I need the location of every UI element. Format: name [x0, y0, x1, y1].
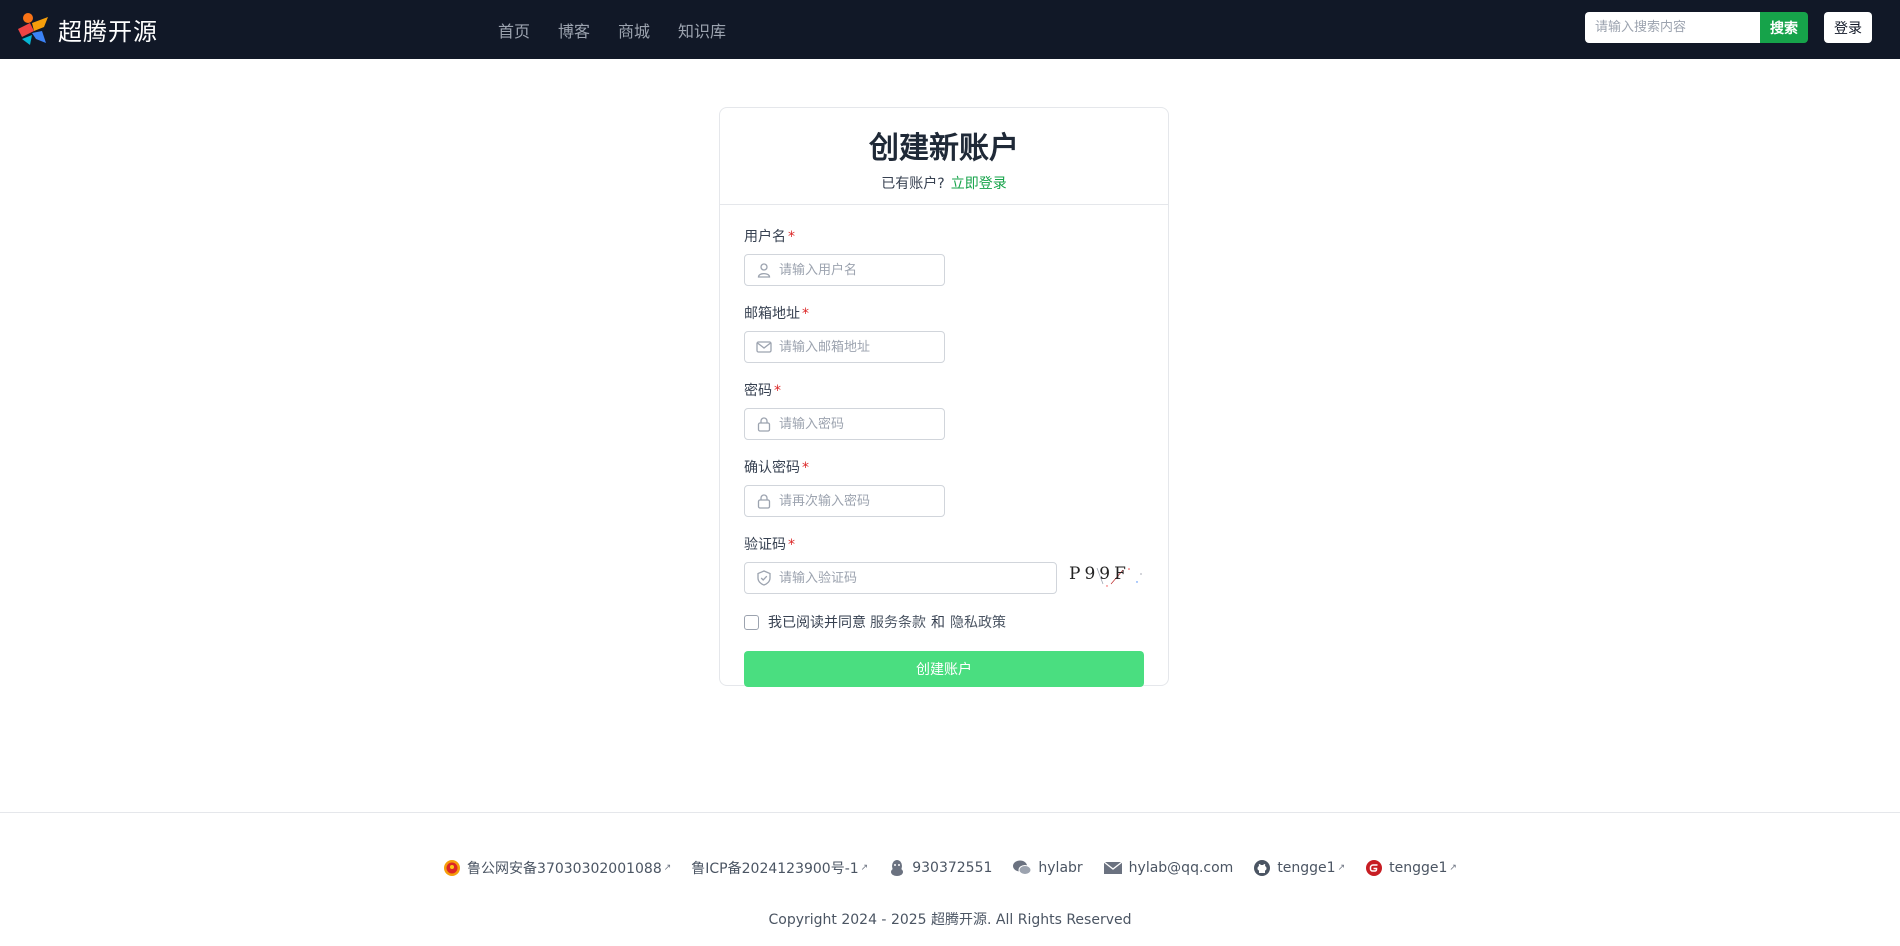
email-field-group: 邮箱地址 *	[744, 305, 1144, 363]
username-input-wrap	[744, 254, 945, 286]
main-nav: 首页 博客 商城 知识库	[498, 18, 726, 42]
required-mark: *	[774, 383, 781, 399]
icp-record-link[interactable]: 鲁ICP备2024123900号-1 ↗	[691, 858, 868, 878]
required-mark: *	[788, 537, 795, 553]
required-mark: *	[802, 460, 809, 476]
police-record-text: 鲁公网安备37030302001088	[467, 861, 662, 877]
wechat-contact: hylabr	[1012, 858, 1083, 878]
nav-item-knowledge[interactable]: 知识库	[678, 18, 726, 42]
external-link-icon: ↗	[860, 863, 869, 873]
password-field-group: 密码 *	[744, 382, 1144, 440]
confirm-password-label: 确认密码 *	[744, 459, 1144, 477]
terms-link[interactable]: 服务条款	[870, 612, 926, 632]
login-prompt: 已有账户? 立即登录	[720, 173, 1168, 193]
email-input-wrap	[744, 331, 945, 363]
has-account-text: 已有账户?	[881, 176, 945, 192]
police-badge-icon	[444, 860, 461, 876]
privacy-link[interactable]: 隐私政策	[950, 612, 1006, 632]
and-text: 和	[931, 615, 945, 631]
page-title: 创建新账户	[869, 131, 1019, 166]
captcha-input[interactable]	[779, 563, 1050, 593]
lock-icon	[757, 417, 771, 432]
card-header: 创建新账户 已有账户? 立即登录	[720, 108, 1168, 205]
mail-icon	[1103, 861, 1123, 874]
username-field-group: 用户名 *	[744, 228, 1144, 286]
captcha-label-text: 验证码	[744, 537, 786, 553]
email-label-text: 邮箱地址	[744, 306, 800, 322]
search-input[interactable]	[1585, 12, 1760, 43]
password-input-wrap	[744, 408, 945, 440]
gitee-link[interactable]: tengge1 ↗	[1365, 858, 1457, 878]
nav-item-blog[interactable]: 博客	[558, 18, 590, 42]
external-link-icon: ↗	[1449, 863, 1457, 873]
github-username: tengge1	[1277, 860, 1336, 876]
captcha-image[interactable]: P99F	[1067, 564, 1143, 590]
wechat-id: hylabr	[1038, 860, 1083, 876]
password-input[interactable]	[779, 409, 938, 439]
email-input[interactable]	[779, 332, 938, 362]
qq-icon	[891, 860, 904, 876]
email-label: 邮箱地址 *	[744, 305, 1144, 323]
captcha-input-wrap	[744, 562, 1057, 594]
agree-prefix: 我已阅读并同意	[768, 615, 866, 631]
external-link-icon: ↗	[663, 863, 672, 873]
search-button[interactable]: 搜索	[1760, 12, 1808, 43]
qq-contact: 930372551	[888, 858, 992, 878]
footer-links: 鲁公网安备37030302001088 ↗ 鲁ICP备2024123900号-1 ↗…	[0, 858, 1900, 878]
login-link[interactable]: 立即登录	[951, 176, 1007, 192]
captcha-label: 验证码 *	[744, 536, 1144, 554]
footer-divider	[0, 812, 1900, 813]
police-record-link[interactable]: 鲁公网安备37030302001088 ↗	[443, 858, 671, 878]
username-label-text: 用户名	[744, 229, 786, 245]
external-link-icon: ↗	[1337, 863, 1346, 873]
github-link[interactable]: tengge1 ↗	[1253, 858, 1345, 878]
agree-checkbox[interactable]	[744, 614, 759, 630]
shield-check-icon	[757, 570, 771, 586]
required-mark: *	[788, 229, 795, 245]
email-address: hylab@qq.com	[1128, 860, 1234, 876]
username-label: 用户名 *	[744, 228, 1144, 246]
username-input[interactable]	[779, 255, 938, 285]
create-account-button[interactable]: 创建账户	[744, 651, 1144, 687]
brand-logo[interactable]: 超腾开源	[14, 9, 158, 49]
captcha-text: P99F	[1069, 564, 1130, 584]
logo-icon	[18, 13, 48, 45]
qq-number: 930372551	[912, 860, 993, 876]
copyright-text: Copyright 2024 - 2025 超腾开源. All Rights R…	[768, 912, 1132, 928]
required-mark: *	[802, 306, 809, 322]
captcha-field-group: 验证码* P99F	[744, 536, 1144, 594]
nav-item-home[interactable]: 首页	[498, 18, 530, 42]
icp-record-text: 鲁ICP备2024123900号-1	[691, 861, 859, 877]
gitee-username: tengge1	[1389, 860, 1448, 876]
wechat-icon	[1013, 860, 1032, 875]
brand-name: 超腾开源	[58, 17, 158, 46]
user-icon	[757, 263, 771, 278]
confirm-password-label-text: 确认密码	[744, 460, 800, 476]
confirm-password-input[interactable]	[779, 486, 938, 516]
gitee-icon	[1366, 860, 1383, 876]
search-bar: 搜索	[1585, 12, 1808, 43]
top-navbar: 超腾开源 首页 博客 商城 知识库 搜索 登录	[0, 0, 1900, 59]
login-button[interactable]: 登录	[1824, 12, 1872, 43]
email-contact: hylab@qq.com	[1103, 858, 1234, 878]
confirm-password-field-group: 确认密码 *	[744, 459, 1144, 517]
password-label-text: 密码	[744, 383, 772, 399]
captcha-row: P99F	[744, 554, 1144, 594]
confirm-password-input-wrap	[744, 485, 945, 517]
envelope-icon	[756, 341, 772, 353]
github-icon	[1254, 860, 1271, 876]
nav-item-shop[interactable]: 商城	[618, 18, 650, 42]
password-label: 密码 *	[744, 382, 1144, 400]
lock-icon	[757, 494, 771, 509]
agreement-row: 我已阅读并同意 服务条款 和 隐私政策	[744, 612, 1144, 632]
register-form: 用户名* 邮箱地址* 密码* 确认密码*	[744, 228, 1144, 687]
register-card: 创建新账户 已有账户?立即登录 用户名* 邮箱地址* 密码*	[719, 107, 1169, 687]
